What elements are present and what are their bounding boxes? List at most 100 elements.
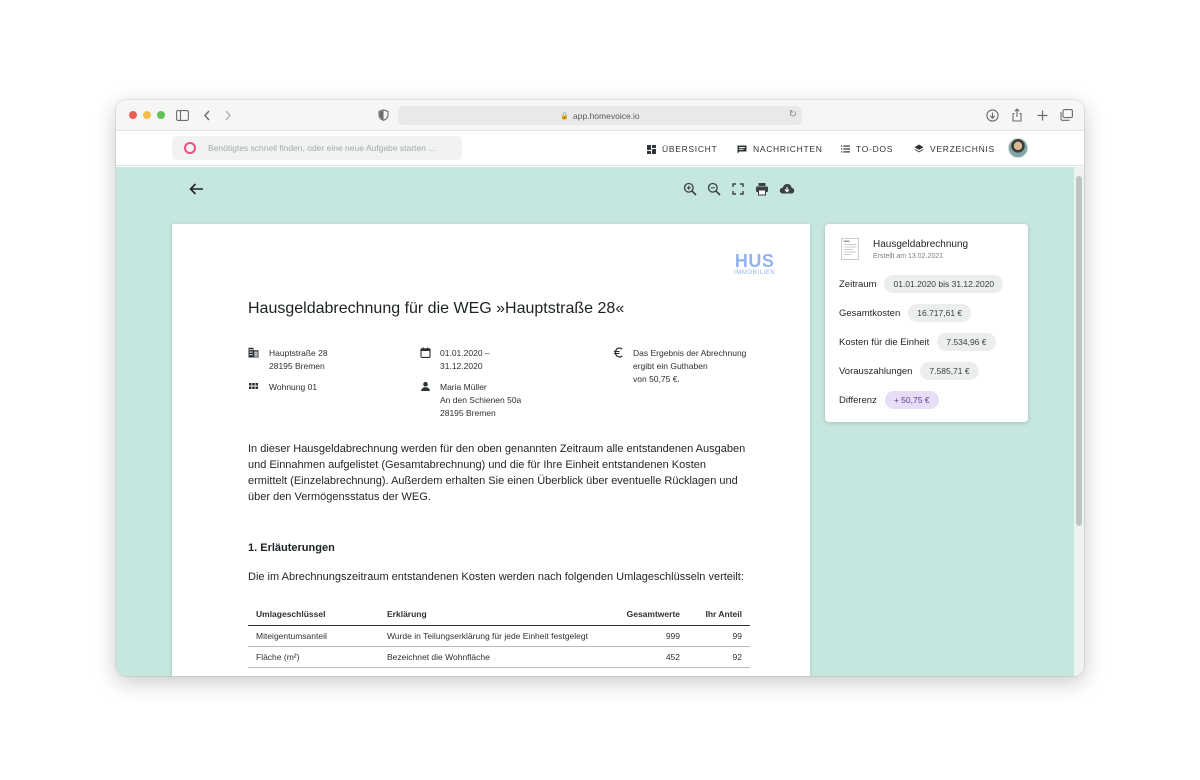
summary-card: Hausgeldabrechnung Erstellt am 13.02.202… (825, 224, 1028, 422)
summary-row-zeitraum: Zeitraum 01.01.2020 bis 31.12.2020 (839, 274, 1004, 294)
summary-label: Vorauszahlungen (839, 365, 913, 377)
result-summary: Das Ergebnis der Abrechnung ergibt ein G… (633, 347, 746, 386)
company-logo: HUS IMMOBILIEN (734, 251, 776, 276)
table-cell: 92 (688, 646, 750, 668)
summary-row-kosten-einheit: Kosten für die Einheit 7.534,96 € (839, 332, 996, 352)
document-page: HUS IMMOBILIEN Hausgeldabrechnung für di… (172, 224, 810, 676)
share-icon[interactable] (1009, 107, 1025, 123)
search-box[interactable] (172, 136, 462, 160)
browser-window: 🔒 app.homevoice.io ↻ ÜBERSICHT NACHRI (116, 100, 1084, 676)
nav-label-todos: TO-DOS (856, 144, 894, 154)
nav-label-verzeichnis: VERZEICHNIS (930, 144, 995, 154)
user-avatar[interactable] (1008, 138, 1028, 158)
layers-icon (914, 144, 924, 153)
table-cell: Bezeichnet die Wohnfläche (379, 646, 610, 668)
table-cell: 999 (610, 625, 688, 647)
summary-value-chip: 16.717,61 € (908, 304, 972, 322)
message-icon (737, 145, 747, 153)
lock-icon: 🔒 (560, 112, 570, 120)
owner-name: Maria Müller (440, 382, 487, 392)
tab-overview-icon[interactable] (1058, 107, 1074, 123)
section-heading: 1. Erläuterungen (248, 542, 335, 554)
url-text: app.homevoice.io (573, 110, 640, 121)
summary-label: Kosten für die Einheit (839, 336, 930, 348)
nav-label-nachrichten: NACHRICHTEN (753, 144, 823, 154)
summary-label: Zeitraum (839, 278, 877, 290)
nav-item-nachrichten[interactable]: NACHRICHTEN (737, 142, 823, 156)
person-icon (421, 381, 430, 391)
privacy-shield-icon[interactable] (375, 107, 391, 123)
col-header-explanation: Erklärung (379, 603, 610, 626)
result-line-2: ergibt ein Guthaben (633, 361, 708, 371)
back-arrow-icon[interactable] (188, 182, 204, 196)
print-icon[interactable] (755, 182, 769, 196)
result-line-3: von 50,75 €. (633, 374, 680, 384)
nav-label-uebersicht: ÜBERSICHT (662, 144, 718, 154)
zoom-out-icon[interactable] (707, 182, 721, 196)
summary-row-vorauszahlungen: Vorauszahlungen 7.585,71 € (839, 361, 979, 381)
dashboard-icon (647, 144, 656, 154)
address-bar[interactable]: 🔒 app.homevoice.io ↻ (398, 106, 802, 125)
calendar-icon (420, 347, 431, 358)
forward-nav-icon[interactable] (220, 107, 236, 123)
summary-value-chip: 7.534,96 € (937, 333, 996, 351)
summary-subtitle: Erstellt am 13.02.2021 (873, 253, 944, 260)
summary-row-differenz: Differenz + 50,75 € (839, 390, 939, 410)
new-tab-icon[interactable] (1034, 107, 1050, 123)
scrollbar-thumb[interactable] (1076, 176, 1082, 526)
summary-label: Gesamtkosten (839, 307, 901, 319)
table-cell: Fläche (m²) (248, 646, 379, 668)
col-header-share: Ihr Anteil (688, 603, 750, 626)
nav-item-todos[interactable]: TO-DOS (841, 142, 893, 156)
summary-label: Differenz (839, 394, 877, 406)
summary-value-chip: 01.01.2020 bis 31.12.2020 (884, 275, 1004, 293)
period-line-1: 01.01.2020 – (440, 348, 490, 358)
document-thumbnail-icon (841, 238, 859, 260)
download-icon[interactable] (779, 182, 795, 196)
close-window-button[interactable] (129, 111, 137, 119)
logo-sub-text: IMMOBILIEN (734, 270, 776, 276)
reload-icon[interactable]: ↻ (789, 109, 797, 120)
unit-label: Wohnung 01 (269, 382, 318, 392)
owner-street: An den Schienen 50a (440, 395, 522, 405)
nav-item-uebersicht[interactable]: ÜBERSICHT (647, 142, 717, 156)
intro-paragraph: In dieser Hausgeldabrechnung werden für … (248, 443, 746, 503)
owner-city: 28195 Bremen (440, 408, 496, 418)
apps-grid-icon (249, 383, 258, 389)
property-address: Hauptstraße 28 28195 Bremen (269, 347, 328, 373)
fullscreen-icon[interactable] (731, 182, 745, 196)
search-ring-icon (184, 142, 196, 154)
zoom-in-icon[interactable] (683, 182, 697, 196)
owner-address: Maria Müller An den Schienen 50a 28195 B… (440, 381, 521, 420)
minimize-window-button[interactable] (143, 111, 151, 119)
document-viewer: HUS IMMOBILIEN Hausgeldabrechnung für di… (116, 167, 1084, 676)
search-input[interactable] (208, 143, 448, 153)
back-nav-icon[interactable] (199, 107, 215, 123)
table-cell: 452 (610, 646, 688, 668)
euro-icon (613, 347, 623, 358)
table-row: Miteigentumsanteil Wurde in Teilungserkl… (248, 625, 750, 647)
billing-period: 01.01.2020 – 31.12.2020 (440, 347, 490, 373)
document-title: Hausgeldabrechnung für die WEG »Hauptstr… (248, 300, 625, 317)
list-icon (841, 145, 850, 153)
table-row: Fläche (m²) Bezeichnet die Wohnfläche 45… (248, 646, 750, 668)
address-line-2: 28195 Bremen (269, 361, 325, 371)
section-text: Die im Abrechnungszeitraum entstandenen … (248, 571, 744, 583)
table-cell: Miteigentumsanteil (248, 625, 379, 647)
table-cell: Wurde in Teilungserklärung für jede Einh… (379, 625, 610, 647)
sidebar-toggle-icon[interactable] (174, 107, 190, 123)
scrollbar[interactable] (1074, 167, 1084, 676)
summary-value-chip: 7.585,71 € (920, 362, 979, 380)
table-cell: 99 (688, 625, 750, 647)
address-line-1: Hauptstraße 28 (269, 348, 328, 358)
browser-toolbar: 🔒 app.homevoice.io ↻ (116, 100, 1084, 131)
maximize-window-button[interactable] (157, 111, 165, 119)
col-header-total: Gesamtwerte (610, 603, 688, 626)
nav-item-verzeichnis[interactable]: VERZEICHNIS (914, 142, 995, 156)
building-icon (248, 347, 259, 358)
logo-main-text: HUS (734, 251, 775, 271)
allocation-table: Umlageschlüssel Erklärung Gesamtwerte Ih… (248, 603, 750, 668)
period-line-2: 31.12.2020 (440, 361, 483, 371)
downloads-icon[interactable] (984, 107, 1000, 123)
col-header-key: Umlageschlüssel (248, 603, 379, 626)
